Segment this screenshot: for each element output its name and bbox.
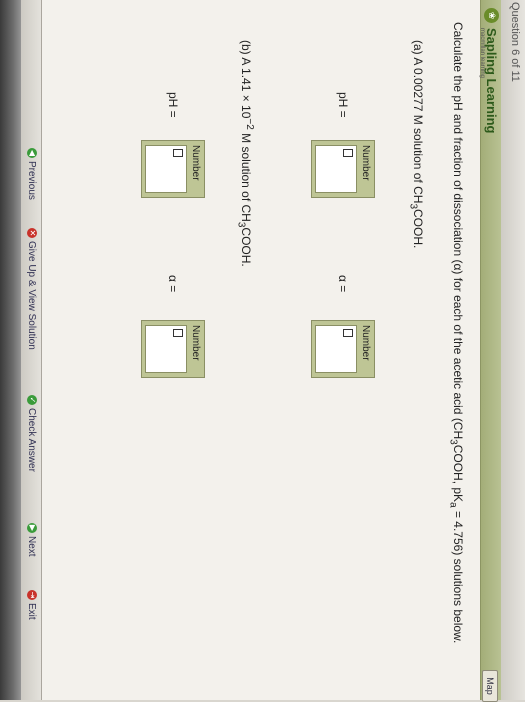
alpha-answer-box-a: Number [311,320,375,378]
box-title: Number [190,145,201,181]
ph-input-a[interactable] [315,145,357,193]
input-cursor [173,329,183,337]
sapling-logo-icon: ❀ [484,8,499,23]
rotated-page: Question 6 of 11 ❀ Sapling Learning macm… [21,0,525,702]
arrow-right-icon: ▶ [26,523,37,533]
box-title: Number [190,325,201,361]
ph-label-b: pH = [166,92,180,118]
alpha-input-b[interactable] [145,325,187,373]
brand-name: Sapling Learning [484,28,499,134]
alpha-input-a[interactable] [315,325,357,373]
input-cursor [343,149,353,157]
top-strip: Question 6 of 11 [500,0,525,700]
box-title: Number [360,325,371,361]
previous-button[interactable]: ◀Previous [26,148,37,200]
give-up-button[interactable]: ✕Give Up & View Solution [26,228,37,350]
box-title: Number [360,145,371,181]
check-answer-button[interactable]: ✓Check Answer [26,395,37,472]
map-button[interactable]: Map [482,670,498,702]
input-cursor [173,149,183,157]
ph-label-a: pH = [336,92,350,118]
bottom-nav-bar: ◀Previous ✕Give Up & View Solution ✓Chec… [21,0,42,700]
alpha-label-a: α = [336,275,350,293]
part-a-label: (a) A 0.00277 M solution of CH3COOH. [407,40,425,249]
exit-icon: ⇥ [26,590,37,600]
screen-bezel [0,0,22,700]
arrow-left-icon: ◀ [26,148,37,158]
input-cursor [343,329,353,337]
alpha-label-b: α = [166,275,180,293]
ph-answer-box-b: Number [141,140,205,198]
ph-input-b[interactable] [145,145,187,193]
next-button[interactable]: ▶Next [26,523,37,557]
brand-subtitle: macmillan learning [479,28,485,79]
exit-button[interactable]: ⇥Exit [26,590,37,620]
question-text: Calculate the pH and fraction of dissoci… [447,22,465,644]
check-icon: ✓ [26,395,37,405]
page-counter: Question 6 of 11 [509,2,521,82]
alpha-answer-box-b: Number [141,320,205,378]
ph-answer-box-a: Number [311,140,375,198]
part-b-label: (b) A 1.41 × 10−2 M solution of CH3COOH. [235,40,255,267]
close-icon: ✕ [26,228,37,238]
